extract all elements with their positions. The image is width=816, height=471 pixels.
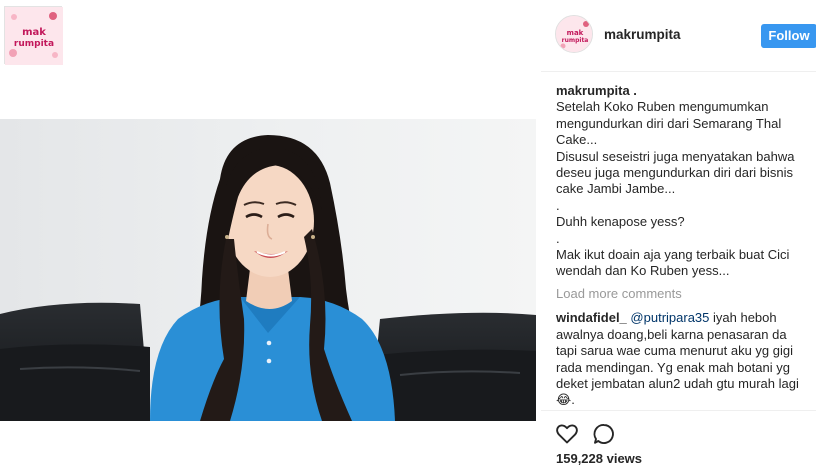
header-username-link[interactable]: makrumpita (604, 27, 681, 42)
caption-line: Setelah Koko Ruben mengumumkan (556, 99, 769, 115)
caption-line: wendah dan Ko Ruben yess... (556, 263, 730, 279)
comment-first-line: windafidel_ @putripara35 iyah heboh (556, 310, 814, 326)
caption-username[interactable]: makrumpita . (556, 83, 814, 99)
post-details-pane: mak rumpita makrumpita Follow makrumpita… (541, 0, 816, 471)
logo-text-top: mak (22, 27, 46, 38)
comment-icon[interactable] (592, 422, 616, 446)
load-more-comments-link[interactable]: Load more comments (556, 286, 814, 302)
caption-line: Mak ikut doain aja yang terbaik buat Cic… (556, 247, 790, 263)
avatar-text-bottom: rumpita (562, 37, 589, 44)
media-pane: mak rumpita (0, 0, 536, 471)
comment-line: tapi sarua wae cuma menurut aku yg gigi (556, 343, 794, 359)
logo-graphic: mak rumpita (5, 7, 63, 65)
heart-icon[interactable] (555, 422, 579, 446)
account-logo-thumbnail[interactable]: mak rumpita (4, 6, 63, 65)
post-actions-bar: 159,228 views (541, 410, 816, 471)
caption-line: Disusul seseistri juga menyatakan bahwa (556, 148, 795, 164)
caption-line: . (556, 230, 560, 246)
avatar[interactable]: mak rumpita (555, 15, 593, 53)
comment-line: rada mendingan. Yg enak mah botani yg (556, 359, 790, 375)
comment-line: 😂. (556, 392, 575, 408)
post-header: mak rumpita makrumpita Follow (541, 0, 816, 72)
caption-line: mengundurkan diri dari Semarang Thal (556, 115, 782, 131)
logo-text-bottom: rumpita (14, 39, 54, 49)
caption-line: deseu juga mengundurkan diri dari bisnis (556, 165, 794, 181)
comment-mention-link[interactable]: @putripara35 (630, 310, 709, 325)
comment-line: deket jembatan alun2 udah gtu murah lagi (556, 375, 799, 391)
caption-line: Duhh kenapose yess? (556, 214, 685, 230)
comment-text: iyah heboh (709, 310, 777, 326)
comment-item: windafidel_ @putripara35 iyah heboh awal… (556, 310, 814, 408)
caption-line: Cake... (556, 132, 598, 148)
caption: makrumpita . Setelah Koko Ruben mengumum… (556, 83, 814, 280)
video-player[interactable] (0, 119, 536, 421)
video-frame (0, 119, 536, 421)
view-count: 159,228 views (556, 451, 643, 466)
comment-username[interactable]: windafidel_ (556, 310, 627, 325)
avatar-logo-graphic: mak rumpita (556, 16, 592, 52)
caption-line: . (556, 197, 560, 213)
comments-section: makrumpita . Setelah Koko Ruben mengumum… (556, 83, 814, 409)
follow-button[interactable]: Follow (761, 24, 816, 48)
avatar-text-top: mak (567, 29, 584, 37)
comment-line: awalnya doang,beli karna penasaran da (556, 326, 787, 342)
caption-line: cake Jambi Jambe... (556, 181, 676, 197)
